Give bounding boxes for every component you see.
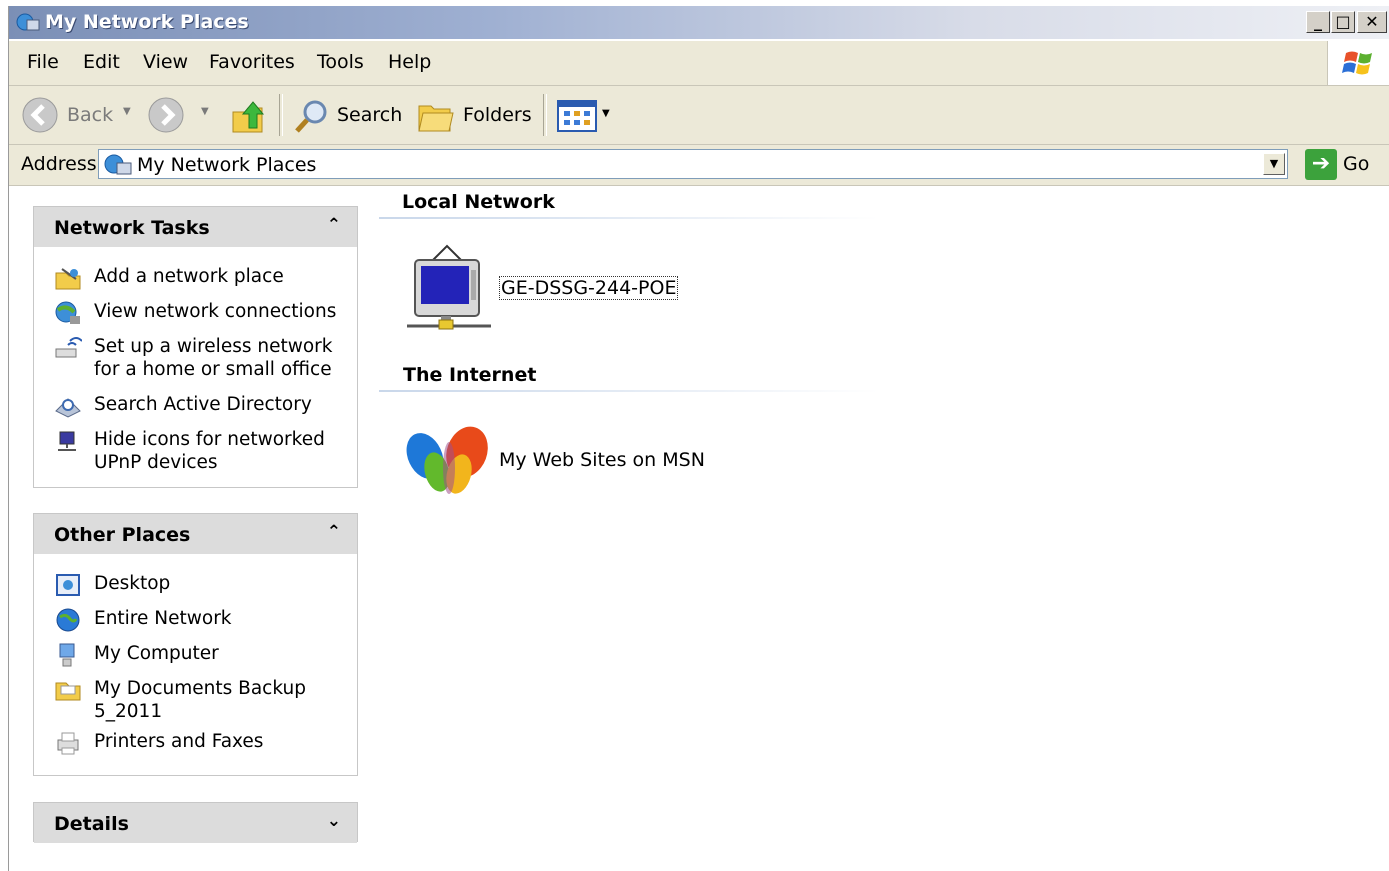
forward-dropdown-icon[interactable]: ▼ [201,106,209,117]
network-places-icon [16,13,40,31]
other-places-title: Other Places [54,524,191,546]
views-dropdown-icon[interactable]: ▼ [602,108,610,119]
menu-help[interactable]: Help [388,51,431,73]
expand-chevron-icon[interactable]: ⌄ [327,811,341,831]
menu-view[interactable]: View [143,51,188,73]
explorer-window: My Network Places _ □ ✕ File Edit View F… [8,6,1389,871]
back-dropdown-icon[interactable]: ▼ [123,106,131,117]
upnp-device-icon [58,431,76,451]
desktop-icon [56,574,80,596]
address-bar: Address My Network Places ▼ ➔ Go [9,145,1389,186]
network-tasks-panel: Network Tasks ⌃ Add a network place View… [33,206,358,488]
other-places-header[interactable]: Other Places ⌃ [34,514,357,554]
globe-icon [56,608,80,632]
menu-file[interactable]: File [27,51,59,73]
local-network-heading: Local Network [402,191,555,213]
internet-heading: The Internet [403,364,537,386]
windows-logo-icon [1327,41,1389,85]
group-divider [379,217,879,219]
menu-tools[interactable]: Tools [317,51,364,73]
group-divider [379,390,879,392]
collapse-chevron-icon[interactable]: ⌃ [327,522,341,542]
menu-edit[interactable]: Edit [83,51,120,73]
computer-icon [59,643,75,667]
search-icon[interactable] [291,98,331,136]
folders-button[interactable]: Folders [463,104,532,126]
other-places-panel: Other Places ⌃ Desktop Entire Network My… [33,513,358,776]
add-network-place-icon [55,268,81,290]
folders-icon[interactable] [417,98,457,134]
wireless-network-icon [55,337,82,358]
folder-icon [55,682,81,701]
back-arrow-icon[interactable] [21,96,59,134]
details-panel: Details ⌄ [33,802,358,843]
network-places-icon [104,154,132,175]
address-input[interactable]: My Network Places ▼ [98,149,1288,179]
toolbar-separator [279,94,283,136]
address-dropdown-icon[interactable]: ▼ [1263,153,1285,175]
network-tasks-title: Network Tasks [54,217,210,239]
msn-butterfly-icon[interactable] [405,420,493,502]
go-arrow-icon[interactable]: ➔ [1305,149,1337,180]
standard-toolbar: Back ▼ ▼ Search Folders ▼ [9,86,1389,145]
forward-arrow-icon[interactable] [147,96,185,134]
up-folder-icon[interactable] [229,96,269,136]
search-directory-icon [55,398,81,418]
details-header[interactable]: Details ⌄ [34,803,357,843]
views-icon[interactable] [557,100,597,132]
address-value: My Network Places [137,154,317,176]
go-button[interactable]: Go [1343,153,1369,175]
network-tasks-header[interactable]: Network Tasks ⌃ [34,207,357,247]
maximize-button[interactable]: □ [1331,11,1355,33]
collapse-chevron-icon[interactable]: ⌃ [327,215,341,235]
msn-web-sites-item[interactable]: My Web Sites on MSN [499,449,705,471]
network-connections-icon [55,301,80,324]
device-ge-dssg-244-poe[interactable]: GE-DSSG-244-POE [499,276,679,300]
toolbar-separator [543,94,547,136]
window-title: My Network Places [45,11,249,33]
search-button[interactable]: Search [337,104,402,126]
details-title: Details [54,813,129,835]
address-label: Address [21,153,97,175]
title-bar[interactable]: My Network Places _ □ ✕ [9,6,1389,39]
menu-bar: File Edit View Favorites Tools Help [9,41,1389,86]
menu-favorites[interactable]: Favorites [209,51,295,73]
close-button[interactable]: ✕ [1357,11,1387,33]
printer-icon [57,732,79,755]
minimize-button[interactable]: _ [1306,11,1330,33]
network-device-icon[interactable] [405,242,495,334]
back-button[interactable]: Back [67,104,113,126]
